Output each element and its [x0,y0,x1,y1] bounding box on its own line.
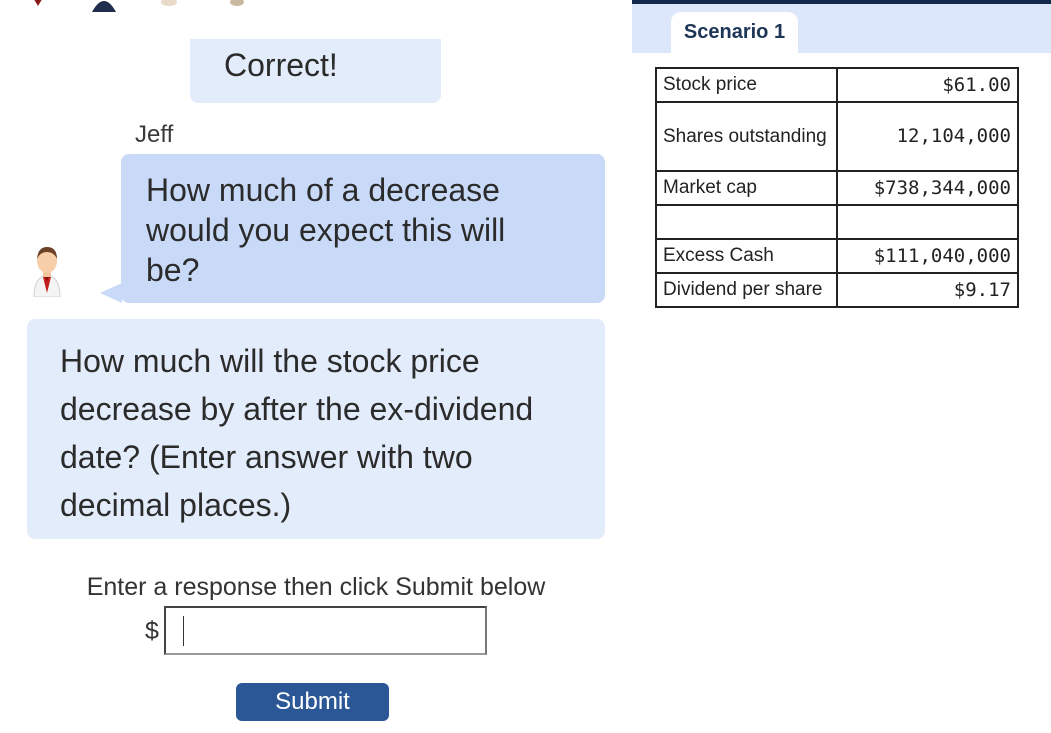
answer-input[interactable] [164,606,487,655]
row-label: Dividend per share [655,272,838,308]
feedback-text: Correct! [224,47,338,83]
row-value: $9.17 [836,272,1019,308]
table-row: Excess Cash $111,040,000 [655,238,1019,274]
scenario-table: Stock price $61.00 Shares outstanding 12… [655,67,1019,308]
row-value: $61.00 [836,67,1019,103]
bubble-tail [100,283,122,303]
text-caret [183,616,184,646]
question-text: How much of a decrease would you expect … [146,172,506,288]
prompt-bubble: How much will the stock price decrease b… [27,319,605,539]
row-label: Stock price [655,67,838,103]
table-row: Shares outstanding 12,104,000 [655,101,1019,172]
person-avatar-icon [33,247,61,297]
row-label [655,204,838,240]
row-value [836,204,1019,240]
currency-symbol: $ [145,617,159,645]
submit-button[interactable]: Submit [236,683,389,721]
speaker-name: Jeff [135,121,174,148]
table-row [655,204,1019,240]
question-bubble: How much of a decrease would you expect … [121,154,605,303]
table-row: Dividend per share $9.17 [655,272,1019,308]
tab-scenario-1[interactable]: Scenario 1 [671,12,798,53]
row-value: $738,344,000 [836,170,1019,206]
row-label: Shares outstanding [655,101,838,172]
table-row: Stock price $61.00 [655,67,1019,103]
response-instruction: Enter a response then click Submit below [86,573,546,601]
row-label: Excess Cash [655,238,838,274]
row-value: $111,040,000 [836,238,1019,274]
avatar-icon [160,0,178,11]
avatar-icon [90,0,118,12]
prompt-text: How much will the stock price decrease b… [60,343,534,523]
avatar-icon [228,0,246,11]
row-label: Market cap [655,170,838,206]
avatar-icon [30,0,46,11]
feedback-bubble: Correct! [190,39,441,103]
row-value: 12,104,000 [836,101,1019,172]
table-row: Market cap $738,344,000 [655,170,1019,206]
top-avatar-strip [0,0,300,12]
